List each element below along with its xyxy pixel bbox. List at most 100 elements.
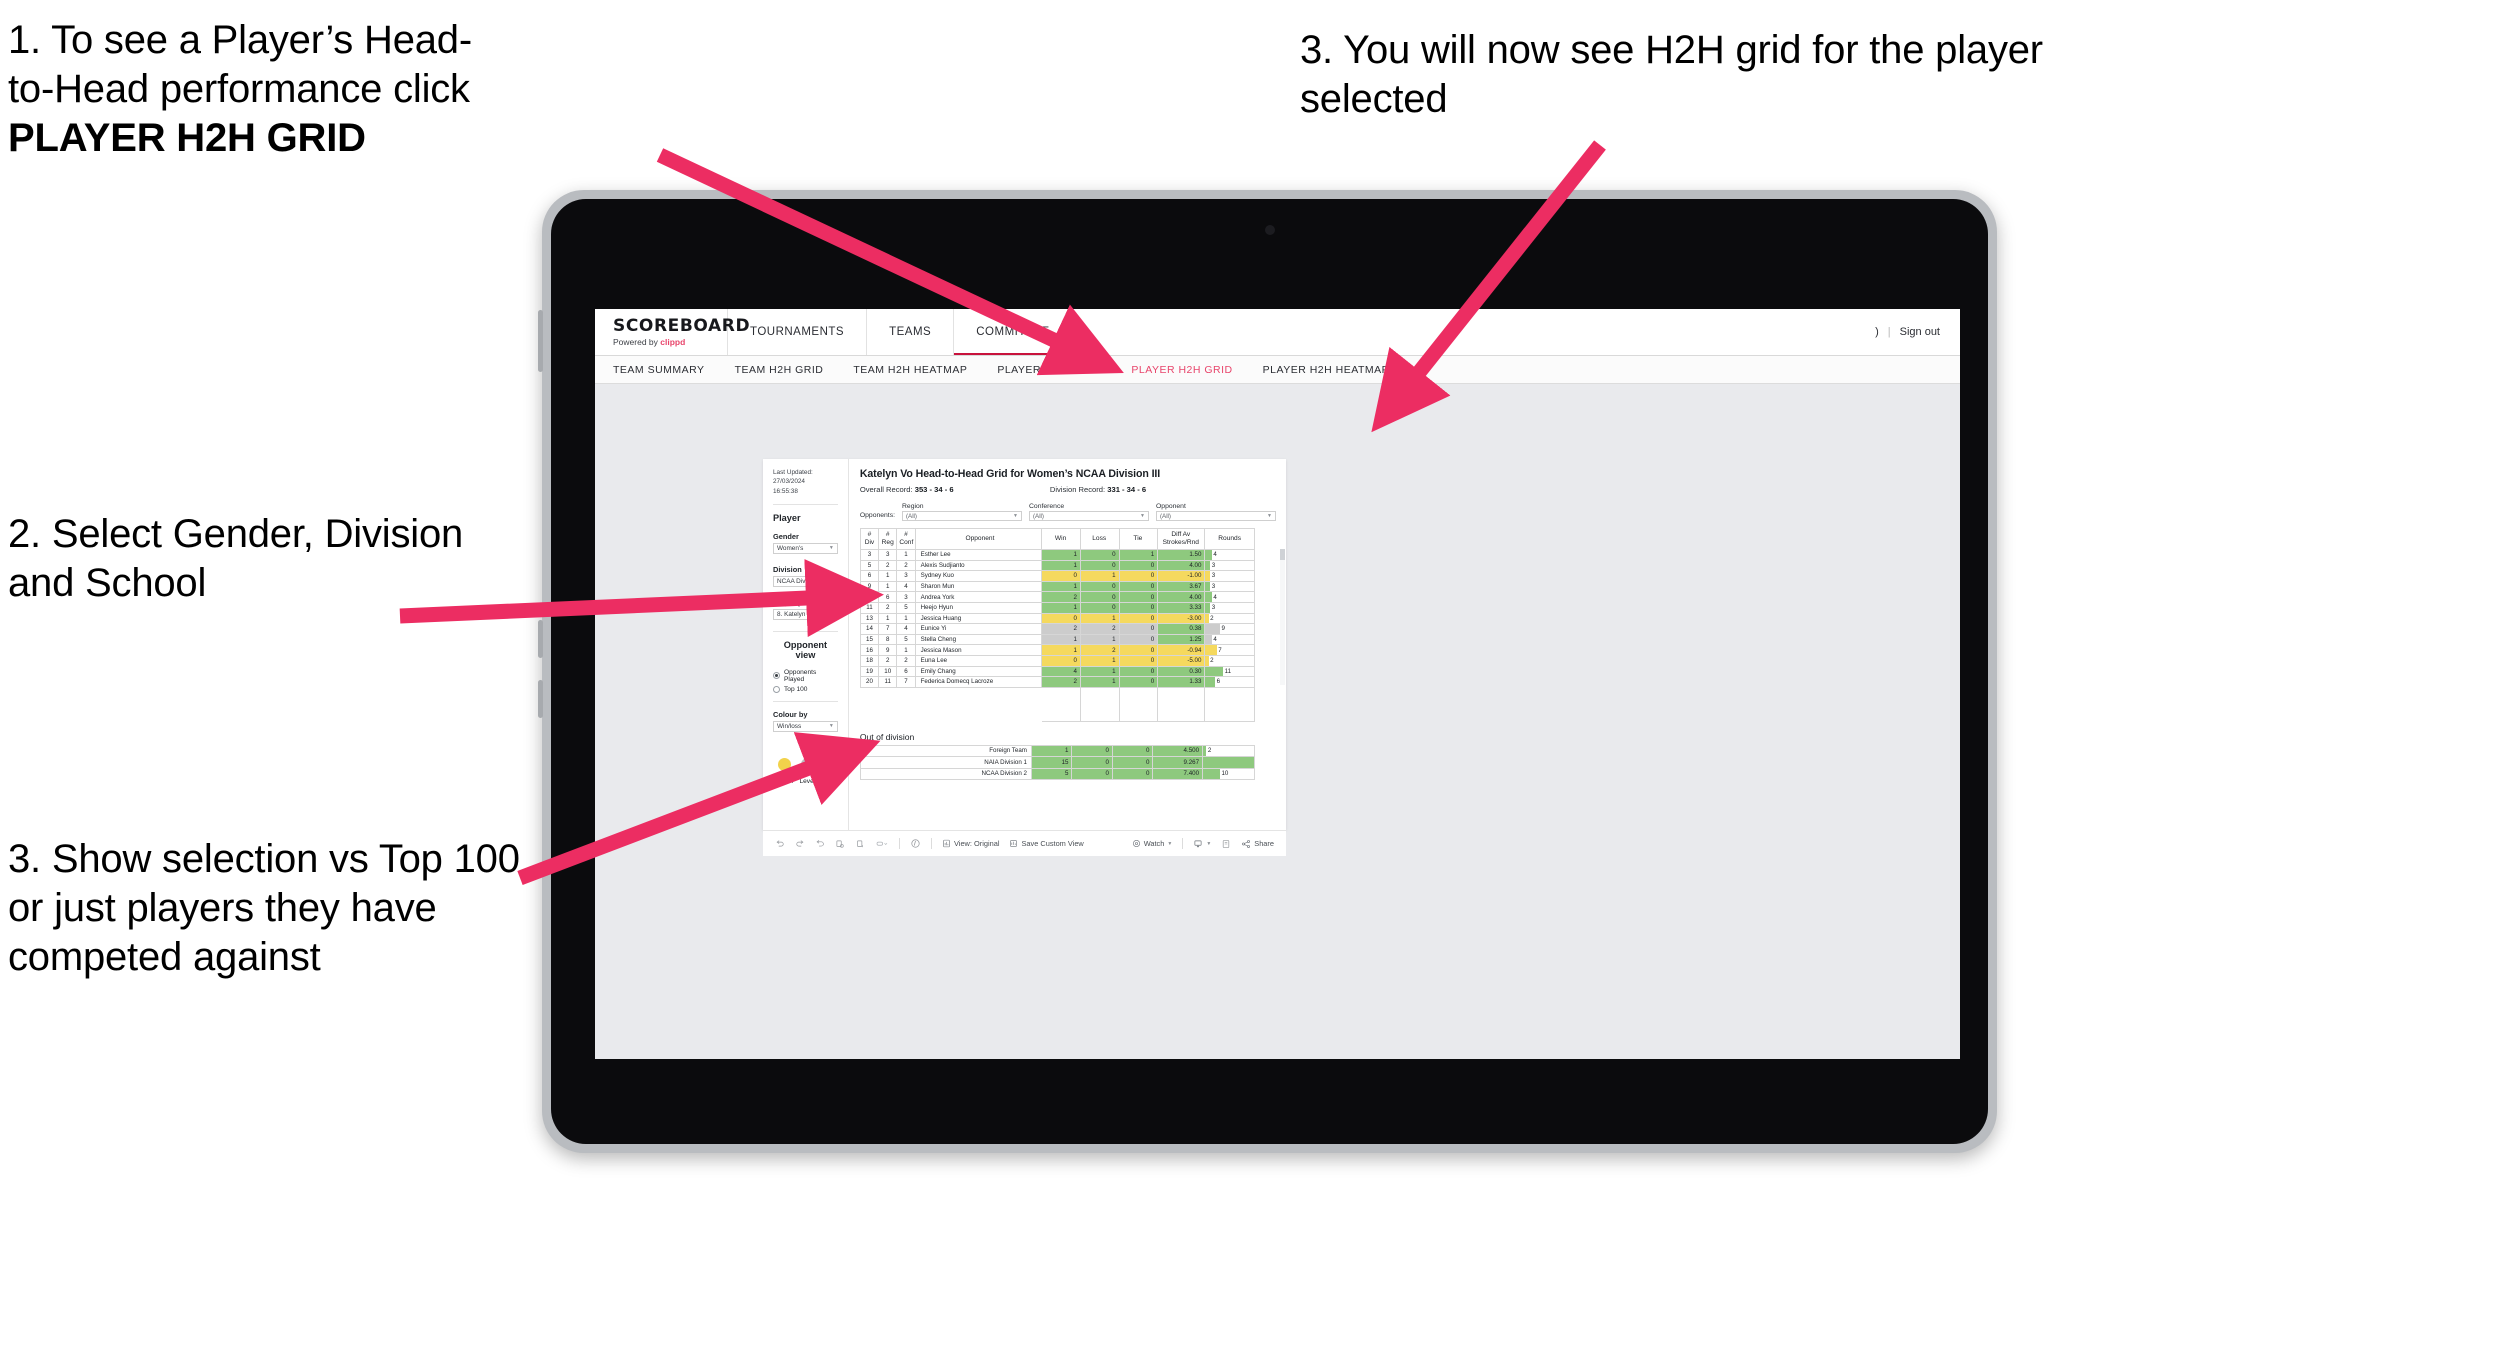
cell-loss: 1 (1079, 665, 1120, 678)
player-rank-select[interactable]: 8. Katelyn Vo ▼ (773, 608, 838, 620)
share-button[interactable]: Share (1241, 839, 1274, 849)
cell-div: 11 (859, 601, 880, 614)
table-row[interactable]: 3 3 1 Esther Lee 1 0 1 1.50 4 (859, 549, 1255, 561)
col-tie: Tie (1118, 528, 1159, 550)
pause-auto-update-icon[interactable] (910, 838, 921, 849)
colour-by-value: Win/loss (777, 722, 802, 730)
table-row[interactable]: 13 1 1 Jessica Huang 0 1 0 -3.00 2 (859, 612, 1255, 625)
cell-tie: 0 (1111, 744, 1154, 758)
region-select[interactable]: (All) ▼ (902, 511, 1022, 521)
cell-tie: 0 (1118, 644, 1159, 656)
table-row[interactable]: 11 2 5 Heejo Hyun 1 0 0 3.33 3 (859, 601, 1255, 614)
table-row[interactable]: Foreign Team 1 0 0 4.500 2 (859, 744, 1255, 758)
opponent-select[interactable]: (All) ▼ (1156, 511, 1276, 521)
tab-team-h2h-heatmap[interactable]: TEAM H2H HEATMAP (853, 364, 967, 376)
table-row[interactable]: 18 2 2 Euna Lee 0 1 0 -5.00 2 (859, 654, 1255, 667)
view-original-button[interactable]: View: Original (942, 839, 999, 848)
opponent-label: Opponent (1156, 503, 1186, 510)
header-link-tournaments[interactable]: TOURNAMENTS (728, 309, 868, 355)
download-button[interactable]: ▼ (1193, 839, 1211, 849)
account-glyph[interactable]: ) (1875, 326, 1879, 338)
redo-icon[interactable] (795, 839, 805, 849)
brand-logo[interactable]: SCOREBOARD Powered by clippd (595, 309, 750, 355)
tab-team-h2h-grid[interactable]: TEAM H2H GRID (735, 364, 824, 376)
radio-opponents-played[interactable]: Opponents Played (773, 669, 838, 683)
cell-div: 3 (859, 549, 880, 561)
division-record: Division Record: 331 - 34 - 6 (1050, 485, 1240, 494)
cell-rounds: 4 (1204, 591, 1255, 603)
table-row[interactable]: NCAA Division 2 5 0 0 7.400 10 (859, 767, 1255, 781)
viz-area: Last Updated: 27/03/2024 16:55:38 Player… (595, 385, 1960, 1059)
h2h-grid-wrap: # Div # Reg # Conf Opponent Win Loss Tie Di… (859, 528, 1285, 722)
cell-reg: 6 (878, 591, 898, 603)
header-link-teams[interactable]: TEAMS (867, 309, 955, 355)
cell-opponent: Euna Lee (914, 654, 1043, 667)
cell-win: 1 (1041, 549, 1081, 561)
opponent-filter-group: Opponent (All) ▼ (1156, 503, 1276, 521)
table-row[interactable]: 19 10 6 Emily Chang 4 1 0 0.30 11 (859, 665, 1255, 678)
revert-icon[interactable] (815, 839, 825, 849)
watch-label: Watch (1143, 839, 1165, 848)
cell-opponent: Esther Lee (914, 549, 1043, 561)
cell-reg: 3 (878, 549, 898, 561)
table-row[interactable]: 5 2 2 Alexis Sudjianto 1 0 0 4.00 3 (859, 559, 1255, 572)
tab-player-summary[interactable]: PLAYER SUMMARY (997, 364, 1101, 376)
table-row[interactable]: 15 8 5 Stella Cheng 1 1 0 1.25 4 (859, 633, 1255, 646)
region-label: Region (902, 503, 924, 510)
rectangle-select-icon[interactable] (875, 839, 889, 849)
sign-out-link[interactable]: Sign out (1900, 326, 1940, 338)
fullscreen-icon[interactable] (1221, 839, 1231, 849)
cell-win: 1 (1041, 601, 1081, 614)
table-row[interactable]: 10 6 3 Andrea York 2 0 0 4.00 4 (859, 591, 1255, 603)
table-row[interactable]: 20 11 7 Federica Domecq Lacroze 2 1 0 1.33 6 (859, 676, 1255, 688)
grid-scrollbar-thumb[interactable] (1280, 549, 1285, 560)
pause-icon[interactable] (855, 839, 865, 849)
callout-2: 2. Select Gender, Division and School (8, 512, 464, 605)
cell-conf: 3 (896, 570, 916, 582)
cell-tie: 0 (1118, 612, 1159, 625)
share-label: Share (1254, 839, 1274, 848)
chevron-down-icon: ▼ (828, 723, 834, 730)
col-div: # Div (859, 528, 880, 550)
cell-div: 10 (859, 591, 880, 603)
table-row[interactable]: 14 7 4 Eunice Yi 2 2 0 0.38 9 (859, 623, 1255, 635)
watch-button[interactable]: Watch ▼ (1132, 839, 1172, 848)
cell-loss: 1 (1079, 570, 1120, 582)
colour-by-select[interactable]: Win/loss ▼ (773, 720, 838, 732)
opponent-filters: Opponents: Region (All) ▼ Conference (Al… (860, 503, 1276, 521)
cell-reg: 1 (878, 570, 898, 582)
table-row[interactable]: 9 1 4 Sharon Mun 1 0 0 3.67 3 (859, 580, 1255, 593)
out-of-division-table: Foreign Team 1 0 0 4.500 2 NAIA Division 1 15 0 0… (859, 744, 1255, 781)
refresh-icon[interactable] (835, 839, 845, 849)
division-select[interactable]: NCAA Division III ▼ (773, 575, 838, 587)
radio-top-100-label: Top 100 (784, 685, 808, 693)
header-nav: TOURNAMENTS TEAMS COMMITTEE (728, 309, 1073, 355)
cell-reg: 10 (878, 665, 898, 678)
conference-select[interactable]: (All) ▼ (1029, 511, 1149, 521)
cell-loss: 0 (1079, 580, 1120, 593)
app-header: SCOREBOARD Powered by clippd TOURNAMENTS… (595, 309, 1960, 356)
table-row[interactable]: NAIA Division 115009.26730 (859, 756, 1255, 769)
gender-select[interactable]: Women's ▼ (773, 542, 838, 554)
grid-scrollbar[interactable] (1280, 549, 1285, 685)
radio-unselected-icon (773, 685, 780, 693)
tab-player-h2h-grid[interactable]: PLAYER H2H GRID (1131, 364, 1232, 376)
chevron-down-icon: ▼ (1267, 513, 1272, 519)
undo-icon[interactable] (775, 839, 785, 849)
tab-team-summary[interactable]: TEAM SUMMARY (613, 364, 705, 376)
table-row[interactable]: 6 1 3 Sydney Kuo 0 1 0 -1.00 3 (859, 570, 1255, 582)
cell-conf: 5 (896, 601, 916, 614)
tab-player-h2h-heatmap[interactable]: PLAYER H2H HEATMAP (1263, 364, 1389, 376)
save-custom-view-button[interactable]: Save Custom View (1009, 839, 1084, 848)
header-link-committee[interactable]: COMMITTEE (954, 309, 1073, 355)
table-row[interactable]: 16 9 1 Jessica Mason 1 2 0 -0.94 7 (859, 644, 1255, 656)
division-record-value: 331 - 34 - 6 (1107, 485, 1147, 494)
cell-conf: 2 (896, 654, 916, 667)
radio-top-100[interactable]: Top 100 (773, 685, 838, 693)
cell-opponent: Sydney Kuo (914, 570, 1043, 582)
chevron-down-icon: ▼ (1140, 513, 1145, 519)
cell-diff: 7.400 (1152, 767, 1204, 781)
cell-tie: 0 (1118, 676, 1159, 688)
cell-div: 19 (859, 665, 880, 678)
callout-1-line2: to-Head performance click (8, 66, 470, 111)
